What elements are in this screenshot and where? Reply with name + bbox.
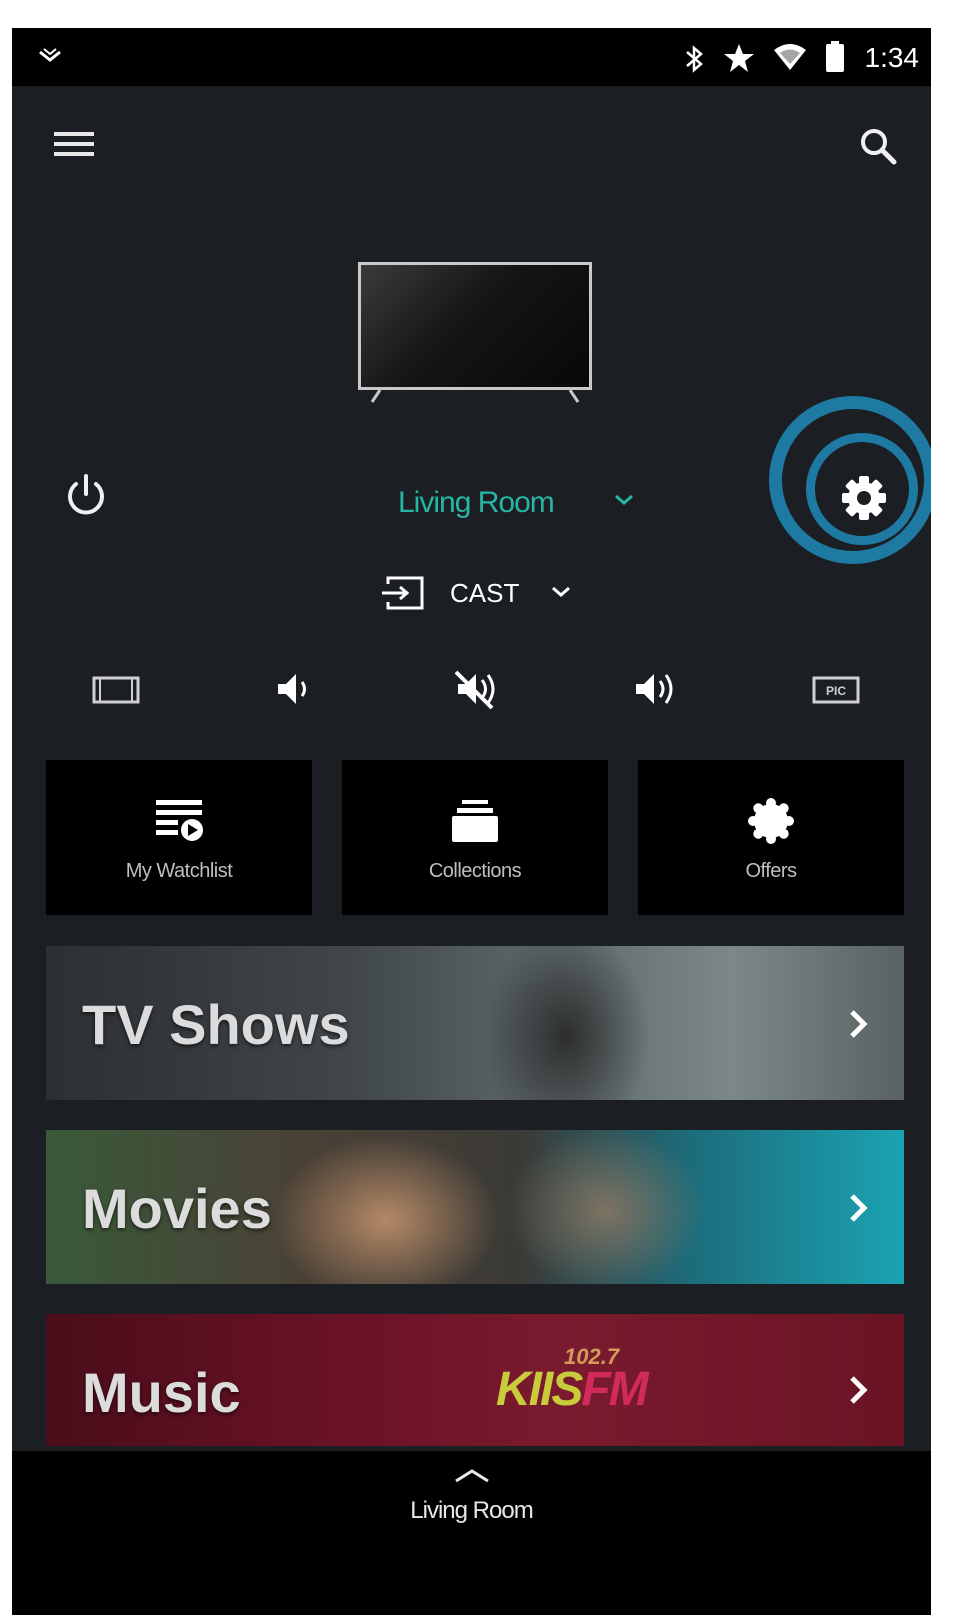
mute-icon xyxy=(454,670,495,710)
aspect-ratio-button[interactable] xyxy=(80,664,150,714)
mute-button[interactable] xyxy=(442,664,512,714)
status-bar: 1:34 xyxy=(12,28,931,86)
chevron-down-icon xyxy=(552,586,570,597)
chevron-right-icon xyxy=(850,1194,868,1222)
station-logo: KIISFM xyxy=(496,1362,649,1417)
aspect-ratio-icon xyxy=(92,676,140,704)
offers-badge-icon xyxy=(748,798,794,844)
banner-movies[interactable]: Movies xyxy=(46,1130,904,1284)
hamburger-menu-icon xyxy=(54,132,94,156)
volume-down-icon xyxy=(278,674,306,704)
tile-label: Collections xyxy=(428,860,522,882)
input-source-icon xyxy=(382,576,424,610)
chevron-up-icon xyxy=(455,1469,489,1483)
input-name: CAST xyxy=(450,578,520,608)
bluetooth-icon xyxy=(686,45,703,73)
power-button[interactable] xyxy=(60,470,112,522)
bottom-room-name: Living Room xyxy=(410,1497,533,1524)
settings-button[interactable] xyxy=(834,468,894,528)
room-selector[interactable]: Living Room xyxy=(392,480,652,530)
station-logo-fm: FM xyxy=(581,1363,648,1416)
picture-mode-label: PIC xyxy=(826,684,846,698)
tile-offers[interactable]: Offers xyxy=(638,760,904,915)
tile-my-watchlist[interactable]: My Watchlist xyxy=(46,760,312,915)
status-time: 1:34 xyxy=(864,42,920,73)
banner-music[interactable]: Music 102.7 KIISFM xyxy=(46,1314,904,1446)
banner-title: Movies xyxy=(82,1177,272,1240)
bottom-device-bar[interactable]: Living Room xyxy=(12,1451,931,1615)
volume-up-button[interactable] xyxy=(622,664,692,714)
tv-stand-icon xyxy=(370,389,580,403)
search-button[interactable] xyxy=(850,120,906,176)
chevron-right-icon xyxy=(850,1010,868,1038)
search-icon xyxy=(861,129,897,165)
gear-icon xyxy=(842,476,886,520)
power-icon xyxy=(68,474,104,515)
banner-title: TV Shows xyxy=(82,993,350,1056)
notification-chevron-icon xyxy=(39,48,61,62)
app-screen: 1:34 Living Room CAST PIC My Watchlist C… xyxy=(12,28,931,1615)
banner-tv-shows[interactable]: TV Shows xyxy=(46,946,904,1100)
input-selector[interactable]: CAST xyxy=(372,570,592,620)
tv-image xyxy=(358,262,592,390)
star-icon xyxy=(724,44,754,72)
menu-button[interactable] xyxy=(48,120,100,172)
tile-label: My Watchlist xyxy=(125,860,233,882)
chevron-right-icon xyxy=(850,1376,868,1404)
wifi-icon xyxy=(774,44,806,70)
tile-collections[interactable]: Collections xyxy=(342,760,608,915)
tile-label: Offers xyxy=(745,860,797,882)
chevron-down-icon xyxy=(615,494,633,505)
volume-down-button[interactable] xyxy=(260,664,330,714)
collections-icon xyxy=(452,800,498,842)
picture-mode-icon: PIC xyxy=(812,676,860,704)
station-logo-text: KIIS xyxy=(496,1363,583,1416)
battery-icon xyxy=(826,41,844,72)
room-name: Living Room xyxy=(398,486,555,519)
banner-title: Music xyxy=(82,1361,241,1424)
picture-mode-button[interactable]: PIC xyxy=(800,664,870,714)
volume-up-icon xyxy=(636,674,673,704)
watchlist-icon xyxy=(156,800,203,841)
